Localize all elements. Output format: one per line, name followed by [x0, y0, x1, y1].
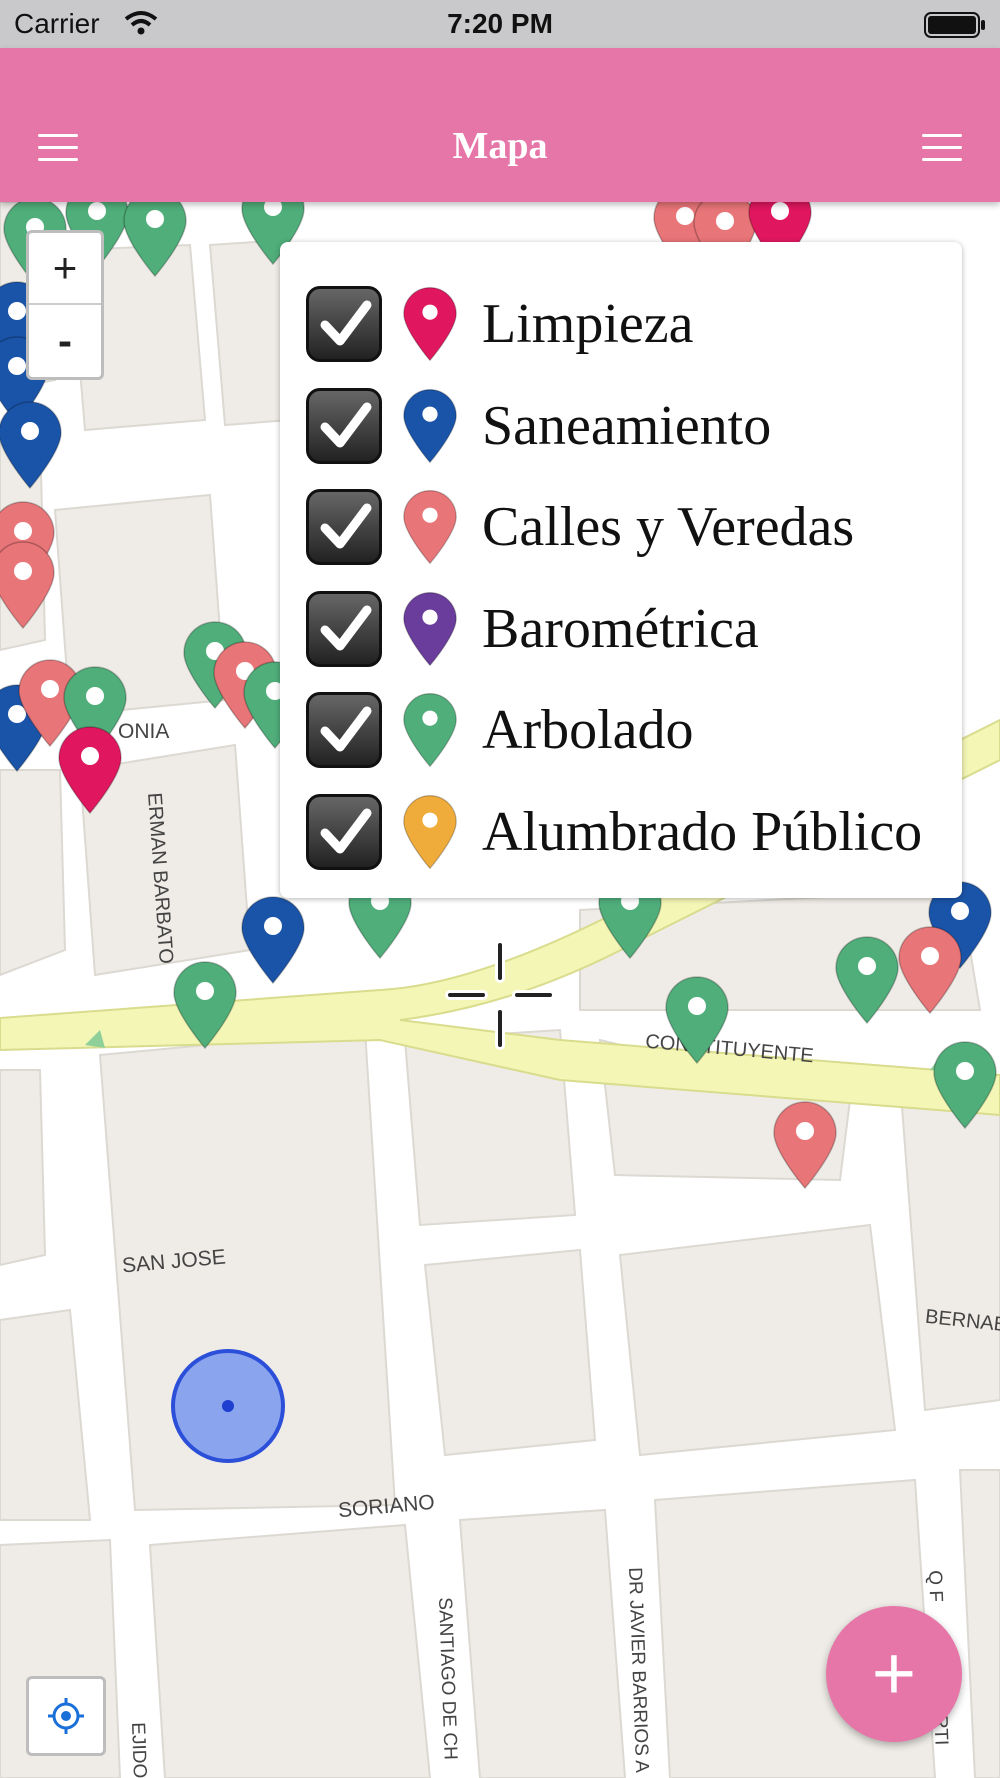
map-marker[interactable]	[770, 1100, 840, 1190]
zoom-in-button[interactable]: +	[29, 233, 101, 305]
map-marker[interactable]	[930, 1040, 1000, 1130]
user-location-marker	[171, 1349, 285, 1463]
map-pin-icon	[400, 794, 460, 875]
category-label: Alumbrado Público	[482, 800, 923, 863]
street-label: EJIDO	[127, 1722, 150, 1778]
category-label: Limpieza	[482, 293, 694, 355]
app-header: Mapa	[0, 48, 1000, 202]
map-pin-icon	[400, 692, 460, 773]
category-label: Arbolado	[482, 699, 694, 761]
locate-icon	[48, 1698, 84, 1734]
legend-item[interactable]: Limpieza	[280, 286, 962, 388]
map-pin-icon	[400, 286, 460, 367]
locate-button[interactable]	[26, 1676, 106, 1756]
map-marker[interactable]	[832, 935, 902, 1025]
zoom-out-button[interactable]: -	[29, 305, 101, 377]
menu-right-button[interactable]	[922, 134, 962, 164]
battery-icon	[924, 12, 985, 38]
category-checkbox[interactable]	[306, 387, 382, 464]
crosshair-icon	[445, 940, 555, 1050]
legend-item[interactable]: Barométrica	[280, 590, 962, 693]
legend-item[interactable]: Alumbrado Público	[280, 793, 962, 896]
map-marker[interactable]	[170, 960, 240, 1050]
category-checkbox[interactable]	[306, 793, 382, 870]
category-label: Barométrica	[482, 597, 759, 660]
map-marker[interactable]	[55, 725, 125, 815]
map-marker[interactable]	[895, 925, 965, 1015]
page-title: Mapa	[452, 125, 548, 167]
legend-item[interactable]: Arbolado	[280, 692, 962, 794]
map-pin-icon	[400, 388, 460, 469]
category-checkbox[interactable]	[306, 489, 382, 565]
map-marker[interactable]	[0, 400, 65, 490]
map-pin-icon	[400, 489, 460, 570]
category-checkbox[interactable]	[306, 692, 382, 768]
category-checkbox[interactable]	[306, 286, 382, 362]
category-label: Saneamiento	[482, 394, 772, 457]
add-report-button[interactable]: +	[826, 1606, 962, 1742]
category-label: Calles y Veredas	[482, 496, 855, 558]
map-marker[interactable]	[0, 540, 58, 630]
status-bar: Carrier 7:20 PM	[0, 0, 1000, 48]
map-marker[interactable]	[238, 895, 308, 985]
map-pin-icon	[400, 591, 460, 672]
category-checkbox[interactable]	[306, 590, 382, 667]
map-marker[interactable]	[662, 975, 732, 1065]
zoom-control: + -	[26, 230, 104, 380]
legend-item[interactable]: Saneamiento	[280, 387, 962, 490]
category-filter-panel: Limpieza Saneamiento Calles y Veredas Barom…	[280, 242, 962, 898]
status-time: 7:20 PM	[447, 8, 553, 39]
street-label: Q F	[924, 1570, 947, 1603]
legend-item[interactable]: Calles y Veredas	[280, 489, 962, 591]
